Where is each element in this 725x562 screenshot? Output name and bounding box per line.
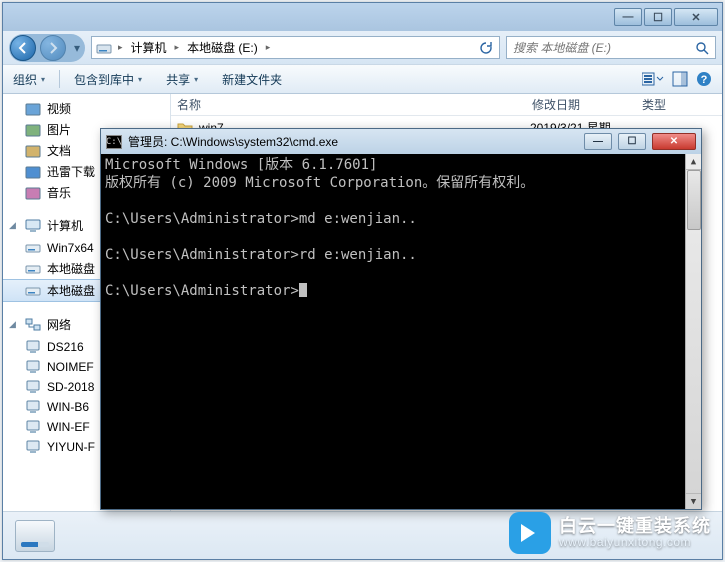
column-date[interactable]: 修改日期 <box>532 96 642 113</box>
watermark-url: www.baiyunxitong.com <box>559 536 691 550</box>
library-icon <box>25 101 41 117</box>
history-dropdown[interactable]: ▾ <box>70 41 84 55</box>
computer-icon <box>25 218 41 234</box>
collapse-icon: ◢ <box>9 319 19 330</box>
watermark: 白云一键重装系统 www.baiyunxitong.com <box>509 512 711 554</box>
organize-button[interactable]: 组织▾ <box>13 71 45 88</box>
scroll-thumb[interactable] <box>687 170 701 230</box>
column-name[interactable]: 名称 <box>177 96 532 113</box>
search-icon[interactable] <box>695 41 709 55</box>
cmd-title-text: 管理员: C:\Windows\system32\cmd.exe <box>128 133 338 150</box>
sidebar-computer-label: 计算机 <box>47 217 83 234</box>
cmd-body[interactable]: Microsoft Windows [版本 6.1.7601] 版权所有 (c)… <box>101 154 701 509</box>
new-folder-button[interactable]: 新建文件夹 <box>222 71 282 88</box>
scroll-up-icon[interactable]: ▲ <box>686 154 701 170</box>
cmd-close-button[interactable]: ✕ <box>652 133 696 150</box>
sidebar-item-label: Win7x64 <box>47 241 94 255</box>
forward-button[interactable] <box>40 35 66 61</box>
sidebar-network-label: 网络 <box>47 316 71 333</box>
close-button[interactable]: ✕ <box>674 8 718 26</box>
cmd-window: C:\ 管理员: C:\Windows\system32\cmd.exe — ☐… <box>100 128 702 510</box>
help-icon[interactable]: ? <box>696 71 712 87</box>
sidebar-item-label: 音乐 <box>47 184 71 201</box>
sidebar-item-label: DS216 <box>47 340 84 354</box>
sidebar-item-library[interactable]: 视频 <box>3 98 170 119</box>
cmd-cursor <box>299 283 307 297</box>
scroll-down-icon[interactable]: ▼ <box>686 493 701 509</box>
minimize-button[interactable]: — <box>614 8 642 26</box>
explorer-titlebar[interactable]: — ☐ ✕ <box>3 3 722 31</box>
column-headers[interactable]: 名称 修改日期 类型 <box>171 94 722 116</box>
nav-buttons: ▾ <box>9 34 85 62</box>
drive-small-icon <box>25 240 41 256</box>
watermark-text: 白云一键重装系统 <box>559 516 711 537</box>
sidebar-item-label: 视频 <box>47 100 71 117</box>
sidebar-item-label: NOIMEF <box>47 360 94 374</box>
watermark-icon <box>509 512 551 554</box>
sidebar-item-label: 本地磁盘 <box>47 260 95 277</box>
library-icon <box>25 164 41 180</box>
network-icon <box>25 317 41 333</box>
breadcrumb-sep-icon: ▸ <box>175 42 180 53</box>
sidebar-item-label: 迅雷下载 <box>47 163 95 180</box>
toolbar: 组织▾ 包含到库中▾ 共享▾ 新建文件夹 ? <box>3 64 722 94</box>
sidebar-item-label: 图片 <box>47 121 71 138</box>
search-input[interactable] <box>513 41 695 55</box>
breadcrumb-part[interactable]: 本地磁盘 (E:) <box>185 39 260 56</box>
cmd-icon: C:\ <box>106 135 122 149</box>
sidebar-item-label: 文档 <box>47 142 71 159</box>
sidebar-item-label: YIYUN-F <box>47 440 95 454</box>
library-icon <box>25 143 41 159</box>
breadcrumb[interactable]: ▸ 计算机 ▸ 本地磁盘 (E:) ▸ <box>91 36 500 59</box>
maximize-button[interactable]: ☐ <box>644 8 672 26</box>
address-bar: ▾ ▸ 计算机 ▸ 本地磁盘 (E:) ▸ <box>3 31 722 64</box>
collapse-icon: ◢ <box>9 220 19 231</box>
sidebar-item-label: SD-2018 <box>47 380 94 394</box>
library-icon <box>25 122 41 138</box>
refresh-icon[interactable] <box>477 41 495 55</box>
view-mode-button[interactable] <box>642 71 664 87</box>
host-icon <box>25 379 41 395</box>
cmd-maximize-button[interactable]: ☐ <box>618 133 646 150</box>
preview-pane-button[interactable] <box>672 71 688 87</box>
include-in-library-button[interactable]: 包含到库中▾ <box>74 71 142 88</box>
sidebar-item-label: WIN-B6 <box>47 400 89 414</box>
cmd-titlebar[interactable]: C:\ 管理员: C:\Windows\system32\cmd.exe — ☐… <box>101 129 701 154</box>
breadcrumb-sep-icon: ▸ <box>266 42 271 53</box>
drive-small-icon <box>25 261 41 277</box>
host-icon <box>25 419 41 435</box>
host-icon <box>25 339 41 355</box>
svg-text:?: ? <box>701 74 708 86</box>
drive-small-icon <box>25 283 41 299</box>
host-icon <box>25 399 41 415</box>
column-type[interactable]: 类型 <box>642 96 722 113</box>
cmd-minimize-button[interactable]: — <box>584 133 612 150</box>
search-box[interactable] <box>506 36 716 59</box>
breadcrumb-part[interactable]: 计算机 <box>129 39 169 56</box>
host-icon <box>25 359 41 375</box>
library-icon <box>25 185 41 201</box>
back-button[interactable] <box>10 35 36 61</box>
cmd-scrollbar[interactable]: ▲ ▼ <box>685 154 701 509</box>
sidebar-item-label: 本地磁盘 <box>47 282 95 299</box>
drive-icon <box>96 40 112 56</box>
drive-summary-icon <box>15 520 55 552</box>
breadcrumb-sep-icon: ▸ <box>118 42 123 53</box>
sidebar-item-label: WIN-EF <box>47 420 90 434</box>
share-button[interactable]: 共享▾ <box>166 71 198 88</box>
host-icon <box>25 439 41 455</box>
